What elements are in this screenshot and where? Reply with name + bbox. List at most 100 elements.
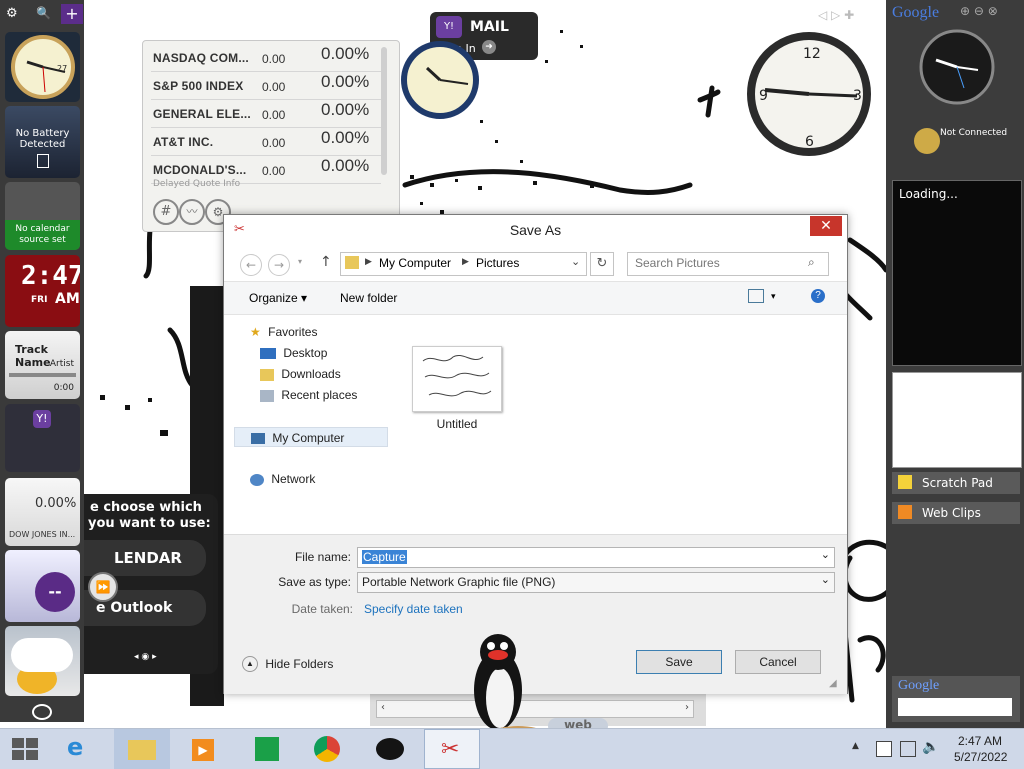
view-icon[interactable] xyxy=(748,289,764,303)
chevron-down-icon[interactable]: ⌄ xyxy=(571,255,580,268)
chooser-pager[interactable]: ◂ ◉ ▸ xyxy=(134,652,157,662)
scroll-left-icon[interactable]: ‹ xyxy=(381,702,385,713)
nav-desktop[interactable]: Desktop xyxy=(260,343,327,363)
dow-label: DOW JONES IN... xyxy=(9,530,76,539)
folder-icon xyxy=(345,256,359,269)
scratch-pad-label: Scratch Pad xyxy=(922,476,993,490)
date-taken-label: Date taken: xyxy=(291,602,353,616)
organize-button[interactable]: Organize ▾ xyxy=(249,291,307,305)
snipping-tool-button[interactable]: ✂ xyxy=(424,729,480,769)
address-bar[interactable]: ▶ My Computer ▶ Pictures ⌄ xyxy=(340,252,587,276)
stock-row[interactable]: AT&T INC. 0.00 0.00% xyxy=(151,127,381,156)
command-toolbar: Organize ▾ New folder ▾ ? xyxy=(224,281,847,315)
nav-favorites[interactable]: ★ Favorites xyxy=(250,322,317,342)
new-folder-button[interactable]: New folder xyxy=(340,291,397,305)
clock-date[interactable]: 5/27/2022 xyxy=(954,750,1007,764)
yahoo-mail-title: MAIL xyxy=(470,19,509,35)
nav-network[interactable]: Network xyxy=(250,469,315,489)
nav-favorites-label: Favorites xyxy=(268,325,318,339)
media-player-gadget[interactable]: Track Name Artist 0:00 xyxy=(5,331,80,399)
add-gadget-icon[interactable]: + xyxy=(61,4,83,24)
search-input[interactable]: Search Pictures xyxy=(635,256,720,270)
save-as-dialog: ✂ Save As ✕ ← → ▾ ↑ ▶ My Computer ▶ Pict… xyxy=(223,214,848,694)
save-type-select[interactable]: Portable Network Graphic file (PNG) ⌄ xyxy=(357,572,835,593)
file-name-field[interactable]: Capture ⌄ xyxy=(357,547,835,568)
penguin-figure xyxy=(474,634,542,738)
show-hidden-icons[interactable]: ▲ xyxy=(852,741,859,751)
search-icon[interactable]: ⌕ xyxy=(808,255,815,270)
fast-forward-icon[interactable]: ⏩ xyxy=(88,572,118,602)
media-progress[interactable] xyxy=(9,373,76,377)
yahoo-photos-gadget[interactable]: Y! xyxy=(5,404,80,472)
hide-folders-button[interactable]: ▲ Hide Folders xyxy=(242,656,333,676)
gear-icon[interactable]: ⚙ xyxy=(6,6,18,21)
media-player-button[interactable]: ▶ xyxy=(176,729,232,769)
file-name-value[interactable]: Capture xyxy=(362,550,407,564)
weather-gadget xyxy=(5,626,80,696)
google-search-gadget[interactable]: Google xyxy=(892,676,1020,722)
resize-grip-icon[interactable]: ◢ xyxy=(829,678,837,689)
stock-ticker-gadget[interactable]: NASDAQ COM... 0.00 0.00% S&P 500 INDEX 0… xyxy=(142,40,400,232)
dialog-titlebar[interactable]: ✂ Save As ✕ xyxy=(224,215,847,246)
date-taken-link[interactable]: Specify date taken xyxy=(364,602,463,616)
stock-row[interactable]: GENERAL ELE... 0.00 0.00% xyxy=(151,99,381,128)
chevron-down-icon[interactable]: ⌄ xyxy=(821,573,830,586)
sidebar-toolbar: ⚙ 🔍 + xyxy=(4,4,83,24)
sidebar-bottom-icon[interactable] xyxy=(32,704,52,720)
sidebar-controls[interactable]: ⊕ ⊖ ⊗ xyxy=(960,4,998,18)
yahoo-messenger-gadget[interactable]: -- xyxy=(5,550,80,622)
breadcrumb-pictures[interactable]: Pictures xyxy=(476,256,519,270)
clock-gadget[interactable]: 27 xyxy=(5,32,80,102)
stock-row[interactable]: S&P 500 INDEX 0.00 0.00% xyxy=(151,71,381,100)
scroll-right-icon[interactable]: › xyxy=(685,702,689,713)
chooser-option-calendar[interactable]: LENDAR xyxy=(84,540,206,576)
nav-desktop-label: Desktop xyxy=(283,346,328,360)
hash-icon[interactable]: # xyxy=(153,199,179,225)
search-icon[interactable]: 🔍 xyxy=(36,6,51,20)
internet-explorer-icon: e xyxy=(67,733,84,761)
nav-recent-places[interactable]: Recent places xyxy=(260,385,357,405)
clock-time[interactable]: 2:47 AM xyxy=(958,734,1002,748)
chevron-down-icon[interactable]: ⌄ xyxy=(821,548,830,561)
recent-locations-icon[interactable]: ▾ xyxy=(298,257,302,266)
help-icon[interactable]: ? xyxy=(811,289,825,303)
star-icon: ★ xyxy=(250,325,261,339)
volume-icon[interactable]: 🔈 xyxy=(922,739,939,755)
scratch-pad-button[interactable]: Scratch Pad xyxy=(892,472,1020,494)
scratch-pad-preview[interactable] xyxy=(892,372,1022,468)
back-button[interactable]: ← xyxy=(240,254,262,276)
nav-downloads[interactable]: Downloads xyxy=(260,364,341,384)
stock-scrollbar[interactable] xyxy=(381,47,387,175)
up-arrow-icon[interactable]: ↑ xyxy=(320,254,332,270)
cancel-button[interactable]: Cancel xyxy=(735,650,821,674)
calendar-status: No calendar source set xyxy=(5,220,80,250)
chart-icon[interactable]: 〰 xyxy=(179,199,205,225)
desktop-nav-arrows[interactable]: ◁ ▷ ✚ xyxy=(818,8,854,22)
file-explorer-button[interactable] xyxy=(114,729,170,769)
stock-mini-gadget: 0.00% DOW JONES IN... xyxy=(5,478,80,546)
store-icon xyxy=(255,737,279,761)
refresh-button[interactable]: ↻ xyxy=(590,252,614,276)
google-search-input[interactable] xyxy=(898,698,1012,716)
forward-button[interactable]: → xyxy=(268,254,290,276)
stock-row[interactable]: NASDAQ COM... 0.00 0.00% xyxy=(151,43,381,72)
pingu-app-button[interactable] xyxy=(362,729,418,769)
close-button[interactable]: ✕ xyxy=(810,216,842,236)
nav-my-computer[interactable]: My Computer xyxy=(234,427,388,447)
action-center-icon[interactable] xyxy=(876,741,892,757)
battery-status: No Battery Detected xyxy=(15,128,70,150)
file-item[interactable]: Untitled xyxy=(410,346,504,436)
breadcrumb-my-computer[interactable]: My Computer xyxy=(379,256,451,270)
web-clips-button[interactable]: Web Clips xyxy=(892,502,1020,524)
store-button[interactable] xyxy=(239,729,295,769)
start-button[interactable] xyxy=(0,729,56,769)
status-light-icon xyxy=(914,128,940,154)
view-chevron-down-icon[interactable]: ▾ xyxy=(771,291,776,302)
network-icon[interactable] xyxy=(900,741,916,757)
search-box[interactable]: Search Pictures ⌕ xyxy=(627,252,829,276)
calendar-gadget[interactable]: No calendar source set xyxy=(5,182,80,250)
internet-explorer-button[interactable]: e xyxy=(55,729,111,769)
chrome-button[interactable] xyxy=(300,729,356,769)
save-button[interactable]: Save xyxy=(636,650,722,674)
dow-percent: 0.00% xyxy=(35,496,77,511)
